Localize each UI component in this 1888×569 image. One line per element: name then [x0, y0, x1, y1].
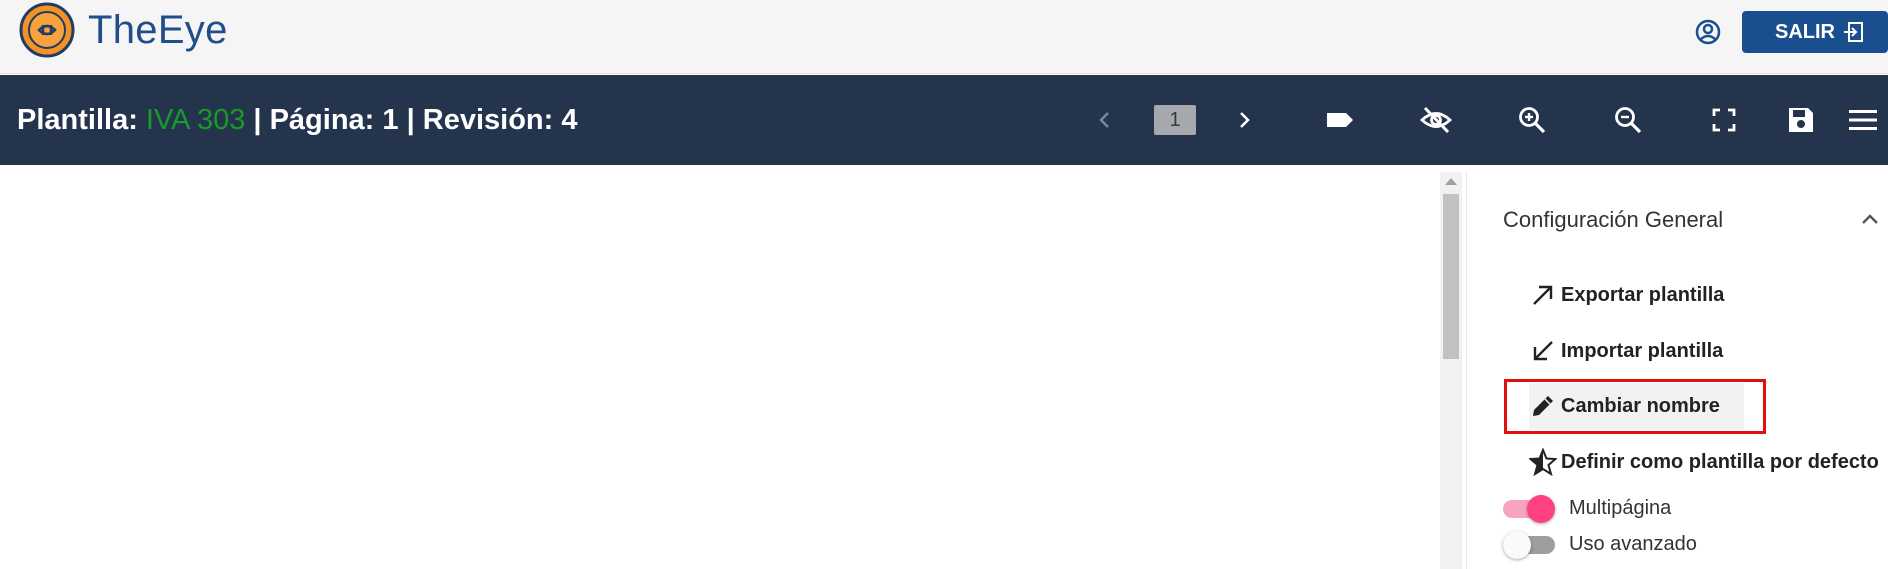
scroll-up-arrow-icon[interactable]: [1445, 178, 1457, 185]
exit-button[interactable]: SALIR: [1742, 11, 1888, 53]
revision-label: | Revisión:: [398, 103, 562, 136]
menu-icon: [1849, 110, 1877, 130]
save-icon: [1789, 108, 1813, 132]
menu-button[interactable]: [1843, 100, 1883, 140]
toolbar-title: Plantilla: IVA 303 | Página: 1 | Revisió…: [17, 75, 578, 165]
template-canvas[interactable]: [0, 172, 1438, 569]
next-page-button[interactable]: [1224, 100, 1264, 140]
zoom-in-icon: [1519, 107, 1546, 134]
export-template-label: Exportar plantilla: [1561, 283, 1725, 306]
page-value: 1: [382, 103, 399, 136]
save-button[interactable]: [1781, 100, 1821, 140]
app-header: TheEye SALIR: [0, 0, 1888, 74]
current-page-indicator[interactable]: 1: [1154, 105, 1196, 135]
template-name: IVA 303: [145, 103, 246, 136]
chevron-up-icon[interactable]: [1859, 208, 1881, 230]
multipage-toggle-row: Multipágina: [1503, 493, 1671, 523]
import-template-item[interactable]: Importar plantilla: [1529, 328, 1723, 374]
revision-value: 4: [561, 103, 578, 136]
export-template-item[interactable]: Exportar plantilla: [1529, 272, 1724, 318]
advanced-use-label: Uso avanzado: [1569, 532, 1697, 555]
general-config-panel: Configuración General Exportar plantilla…: [1466, 172, 1888, 569]
chevron-right-icon: [1240, 112, 1250, 128]
advanced-use-toggle-row: Uso avanzado: [1503, 529, 1697, 559]
scrollbar-thumb[interactable]: [1443, 194, 1459, 359]
multipage-label: Multipágina: [1569, 496, 1672, 519]
brand-name: TheEye: [88, 7, 228, 52]
eye-logo-icon: [19, 2, 75, 58]
set-default-template-item[interactable]: Definir como plantilla por defecto: [1529, 439, 1879, 485]
template-label: Plantilla:: [17, 103, 146, 136]
brand-logo[interactable]: TheEye: [18, 0, 228, 60]
zoom-in-button[interactable]: [1512, 100, 1552, 140]
advanced-use-toggle[interactable]: [1503, 531, 1555, 559]
label-button[interactable]: [1320, 100, 1360, 140]
panel-title[interactable]: Configuración General: [1503, 207, 1723, 233]
zoom-out-button[interactable]: [1608, 100, 1648, 140]
arrow-up-right-icon: [1533, 285, 1553, 305]
arrow-down-left-icon: [1533, 341, 1553, 361]
fullscreen-icon: [1712, 108, 1736, 132]
exit-button-label: SALIR: [1775, 20, 1835, 43]
page-label: | Página:: [245, 103, 383, 136]
highlight-box: [1504, 379, 1766, 434]
exit-icon: [1844, 22, 1863, 42]
import-template-label: Importar plantilla: [1561, 339, 1724, 362]
toggle-visibility-button[interactable]: [1416, 100, 1456, 140]
chevron-left-icon: [1099, 112, 1109, 128]
fullscreen-button[interactable]: [1704, 100, 1744, 140]
editor-toolbar: Plantilla: IVA 303 | Página: 1 | Revisió…: [0, 75, 1888, 165]
user-circle-icon[interactable]: [1694, 18, 1722, 46]
multipage-toggle[interactable]: [1503, 495, 1555, 523]
previous-page-button[interactable]: [1085, 100, 1125, 140]
set-default-template-label: Definir como plantilla por defecto: [1561, 450, 1879, 473]
zoom-out-icon: [1615, 107, 1642, 134]
visibility-off-icon: [1419, 106, 1453, 134]
label-icon: [1327, 113, 1353, 127]
canvas-scrollbar[interactable]: [1440, 172, 1462, 569]
star-icon: [1529, 448, 1557, 476]
